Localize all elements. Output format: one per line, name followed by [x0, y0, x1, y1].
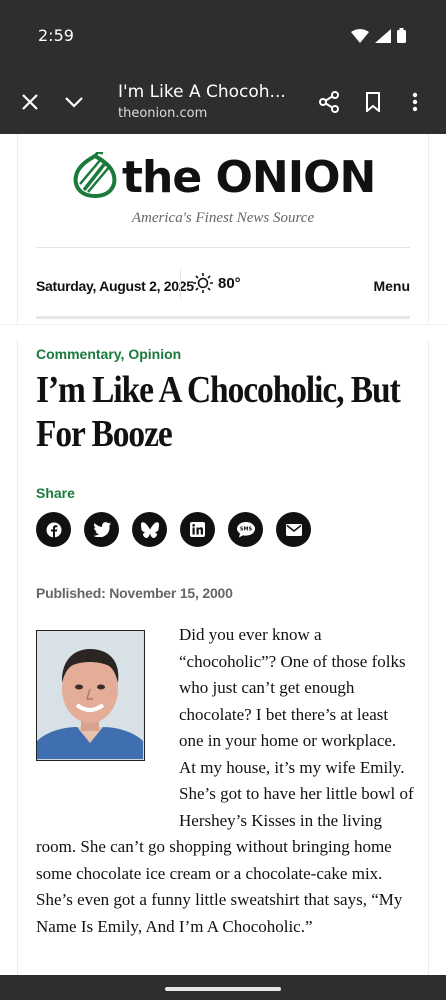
signal-icon	[375, 28, 391, 43]
svg-text:SMS: SMS	[239, 526, 252, 532]
page-title: I'm Like A Chocoh...	[118, 82, 286, 102]
publish-info: Published: November 15, 2000	[36, 585, 233, 601]
more-vert-icon	[412, 92, 418, 112]
current-date: Saturday, August 2, 2025	[36, 278, 194, 294]
share-icon	[319, 91, 339, 113]
page-url: theonion.com	[118, 106, 208, 121]
divider	[180, 269, 181, 299]
share-facebook-button[interactable]	[36, 512, 71, 547]
logo-wordmark: the ONION	[122, 152, 376, 203]
published-date: November 15, 2000	[109, 585, 233, 601]
twitter-icon	[92, 522, 111, 537]
share-bluesky-button[interactable]	[132, 512, 167, 547]
battery-icon	[397, 28, 406, 43]
article-category[interactable]: Commentary, Opinion	[36, 346, 181, 362]
divider	[36, 316, 410, 319]
right-rail	[428, 134, 429, 975]
status-time: 2:59	[38, 26, 74, 45]
onion-bulb-icon	[73, 152, 117, 199]
share-sms-button[interactable]: SMS	[228, 512, 263, 547]
share-email-button[interactable]	[276, 512, 311, 547]
status-icons	[351, 28, 406, 43]
article-body: Did you ever know a “chocoholic”? One of…	[36, 622, 416, 940]
home-indicator[interactable]	[165, 987, 281, 991]
wifi-icon	[351, 28, 369, 43]
share-label: Share	[36, 485, 75, 501]
section-gap	[0, 324, 446, 340]
sms-icon: SMS	[236, 521, 255, 537]
divider	[36, 247, 410, 248]
gesture-bar	[0, 975, 446, 1000]
article-headline: I’m Like A Chocoholic, But For Booze	[36, 369, 401, 455]
published-label: Published:	[36, 585, 106, 601]
bluesky-icon	[140, 521, 159, 538]
sun-icon	[193, 273, 213, 293]
chevron-down-icon	[65, 97, 83, 108]
more-options-button[interactable]	[399, 86, 431, 118]
email-icon	[285, 523, 302, 536]
close-button[interactable]	[14, 86, 46, 118]
linkedin-icon	[190, 522, 205, 537]
photo-spacer	[36, 622, 179, 808]
web-content: the ONION America's Finest News Source S…	[0, 134, 446, 975]
collapse-button[interactable]	[58, 86, 90, 118]
temperature: 80°	[218, 274, 241, 292]
status-bar: 2:59	[0, 0, 446, 70]
tagline: America's Finest News Source	[131, 210, 315, 226]
share-twitter-button[interactable]	[84, 512, 119, 547]
menu-button[interactable]: Menu	[373, 278, 410, 294]
bookmark-button[interactable]	[357, 86, 389, 118]
share-buttons: SMS	[36, 512, 311, 547]
weather-widget: 80°	[192, 272, 241, 294]
bookmark-icon	[366, 92, 380, 112]
close-icon	[22, 94, 38, 110]
share-page-button[interactable]	[313, 86, 345, 118]
left-rail	[17, 134, 18, 975]
browser-toolbar: I'm Like A Chocoh... theonion.com	[0, 70, 446, 134]
facebook-icon	[46, 522, 61, 538]
share-linkedin-button[interactable]	[180, 512, 215, 547]
